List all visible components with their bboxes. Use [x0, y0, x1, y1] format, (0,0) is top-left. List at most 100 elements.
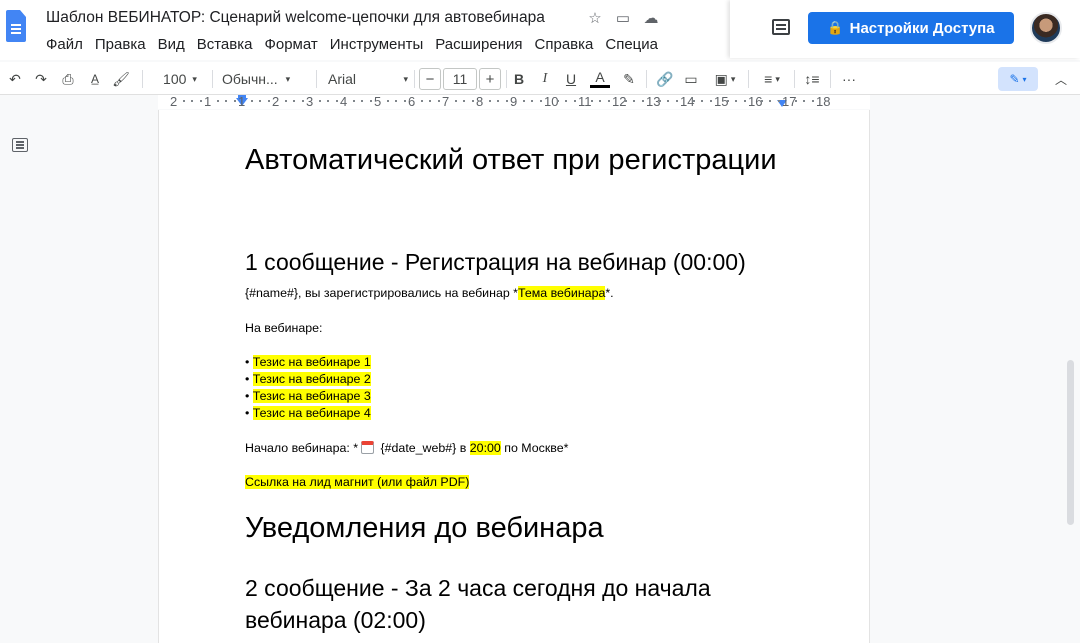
outline-icon[interactable]: [12, 138, 28, 152]
ruler-label: 11: [578, 94, 592, 109]
menu-insert[interactable]: Вставка: [197, 36, 259, 53]
start-time-highlight: 20:00: [469, 441, 501, 455]
chevron-down-icon: ▾: [730, 73, 736, 84]
ruler-tick: [505, 100, 508, 102]
menu-help[interactable]: Справка: [535, 36, 600, 53]
ruler-tick: [454, 100, 457, 102]
ruler-tick: [488, 100, 491, 102]
document-title[interactable]: Шаблон ВЕБИНАТОР: Сценарий welcome-цепоч…: [46, 9, 545, 27]
redo-icon[interactable]: ↷: [32, 68, 50, 90]
share-button-label: Настройки Доступа: [849, 19, 995, 37]
ruler-tick: [429, 100, 431, 102]
ruler-tick: [760, 100, 763, 102]
link-icon[interactable]: 🔗: [656, 68, 674, 90]
list-item: • Тезис на вебинаре 2: [245, 372, 371, 386]
ruler-tick: [395, 100, 397, 102]
chevron-down-icon: ▾: [285, 73, 291, 84]
underline-button[interactable]: U: [562, 68, 580, 90]
header-actions: 🔒 Настройки Доступа: [730, 0, 1080, 58]
ruler-tick: [403, 100, 406, 102]
ruler-tick: [318, 100, 321, 102]
ruler-tick: [301, 100, 304, 102]
list-item: • Тезис на вебинаре 4: [245, 406, 371, 420]
ruler-tick: [590, 100, 593, 102]
zoom-select[interactable]: 100 ▾: [156, 68, 204, 90]
menu-file[interactable]: Файл: [46, 36, 89, 53]
heading-notifications: Уведомления до вебинара: [245, 512, 604, 544]
highlight-icon[interactable]: ✎: [620, 68, 638, 90]
cloud-status-icon[interactable]: ☁: [642, 9, 660, 27]
docs-logo-icon[interactable]: [6, 10, 26, 42]
heading-message-1: 1 сообщение - Регистрация на вебинар (00…: [245, 249, 746, 275]
ruler-tick: [692, 100, 695, 102]
font-size-input[interactable]: 11: [443, 68, 477, 90]
webinar-start-line: Начало вебинара: * {#date_web#} в 20:00 …: [245, 441, 569, 455]
avatar[interactable]: [1030, 12, 1062, 44]
move-to-folder-icon[interactable]: ▭: [614, 9, 632, 27]
ruler-tick: [701, 100, 703, 102]
comment-icon[interactable]: [772, 19, 790, 35]
print-icon[interactable]: ⎙: [58, 68, 78, 90]
line-spacing-icon[interactable]: ↕≡: [802, 68, 822, 90]
ruler-tick: [497, 100, 499, 102]
ruler-label: 2: [170, 94, 178, 109]
document-canvas: Автоматический ответ при регистрации 1 с…: [0, 110, 1080, 643]
bold-button[interactable]: B: [510, 68, 528, 90]
menu-format[interactable]: Формат: [264, 36, 323, 53]
ruler-tick: [420, 100, 423, 102]
star-icon[interactable]: ☆: [586, 9, 604, 27]
ruler-tick: [709, 100, 712, 102]
ruler-label: 8: [476, 94, 484, 109]
share-button[interactable]: 🔒 Настройки Доступа: [808, 12, 1014, 44]
app-header: Шаблон ВЕБИНАТОР: Сценарий welcome-цепоч…: [0, 0, 1080, 60]
paint-format-icon[interactable]: 🖌: [112, 68, 130, 90]
increase-font-size-button[interactable]: +: [479, 68, 501, 90]
ruler-tick: [250, 100, 253, 102]
ruler-tick: [216, 100, 219, 102]
ruler-tick: [599, 100, 601, 102]
style-select[interactable]: Обычн... ▾: [222, 68, 308, 90]
add-comment-icon[interactable]: ▭: [682, 68, 700, 90]
align-icon[interactable]: ≡ ▾: [757, 68, 787, 90]
toolbar: ↶ ↷ ⎙ A̲ 🖌 100 ▾ Обычн... ▾ Arial ▾ − 11…: [0, 62, 1080, 95]
menu-edit[interactable]: Правка: [95, 36, 152, 53]
ruler-tick: [607, 100, 610, 102]
ruler-tick: [811, 100, 814, 102]
ruler-label: 18: [816, 94, 831, 109]
menu-view[interactable]: Вид: [158, 36, 191, 53]
undo-icon[interactable]: ↶: [6, 68, 24, 90]
italic-button[interactable]: I: [536, 68, 554, 90]
more-options-button[interactable]: ···: [838, 68, 860, 90]
editing-mode-icon[interactable]: ✎ ▾: [998, 67, 1038, 91]
ruler-label: 6: [408, 94, 416, 109]
ruler-tick: [726, 100, 729, 102]
ruler-tick: [573, 100, 576, 102]
decrease-font-size-button[interactable]: −: [419, 68, 441, 90]
ruler-label: 7: [442, 94, 450, 109]
ruler-label: 1: [238, 94, 246, 109]
title-icons: ☆ ▭ ☁: [586, 9, 660, 27]
ruler-tick: [769, 100, 771, 102]
menu-tools[interactable]: Инструменты: [330, 36, 430, 53]
text-color-button[interactable]: A: [590, 68, 610, 88]
document-page[interactable]: Автоматический ответ при регистрации 1 с…: [158, 110, 870, 643]
spellcheck-icon[interactable]: A̲: [86, 68, 104, 90]
ruler-tick: [556, 100, 559, 102]
ruler-tick: [352, 100, 355, 102]
ruler-tick: [284, 100, 287, 102]
ruler-label: 5: [374, 94, 382, 109]
ruler-tick: [641, 100, 644, 102]
style-value: Обычн...: [222, 71, 278, 87]
ruler[interactable]: 2 1 1 2 3 4 5 6 7 8 9 10 11 12 13 14 15 16 17 18: [158, 94, 870, 109]
ruler-tick: [565, 100, 567, 102]
menu-extensions[interactable]: Расширения: [435, 36, 528, 53]
insert-image-icon[interactable]: ▣ ▾: [710, 68, 740, 90]
collapse-icon[interactable]: ︿: [1052, 68, 1070, 90]
ruler-tick: [777, 100, 780, 102]
menu-accessibility[interactable]: Специа: [605, 36, 664, 53]
on-webinar-label: На вебинаре:: [245, 321, 323, 335]
font-select[interactable]: Arial ▾: [328, 68, 408, 90]
ruler-tick: [191, 100, 193, 102]
vertical-scrollbar[interactable]: [1067, 360, 1074, 525]
ruler-tick: [182, 100, 185, 102]
